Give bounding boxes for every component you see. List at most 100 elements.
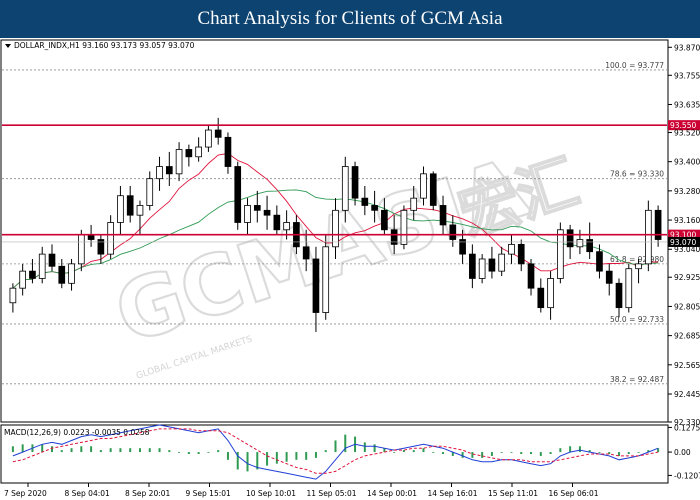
page-title: Chart Analysis for Clients of GCM Asia <box>197 8 503 29</box>
candle-body <box>557 229 564 279</box>
candle-body <box>566 229 574 248</box>
candle-body <box>596 251 603 272</box>
time-tick-label: 10 Sep 10:01 <box>246 489 296 498</box>
candle-body <box>615 282 623 309</box>
macd-histogram-bar <box>500 452 503 453</box>
time-tick-label: 7 Sep 2020 <box>4 489 47 498</box>
macd-histogram-bar <box>314 452 317 458</box>
candle-body <box>469 253 476 279</box>
price-tick-label: 93.400 <box>674 158 700 167</box>
time-tick-label: 11 Sep 05:01 <box>307 489 357 498</box>
macd-histogram-bar <box>129 448 132 453</box>
candle-body <box>214 129 222 138</box>
macd-histogram-bar <box>363 442 366 453</box>
candle-body <box>29 270 36 279</box>
candle-body <box>605 270 613 284</box>
macd-histogram-bar <box>598 452 601 453</box>
candle-body <box>156 166 163 180</box>
candle-body <box>175 149 183 175</box>
candle-body <box>351 166 359 199</box>
candle-body <box>185 149 193 158</box>
time-tick-label: 14 Sep 00:01 <box>367 489 417 498</box>
macd-histogram-bar <box>109 448 112 453</box>
candle-body <box>117 195 124 223</box>
time-tick-label: 8 Sep 20:01 <box>125 489 171 498</box>
candle-body <box>263 209 271 216</box>
candle-body <box>38 253 46 279</box>
candle-body <box>332 209 339 248</box>
candle-body <box>508 243 515 255</box>
macd-tick-label: -0.1207 <box>674 471 700 480</box>
macd-histogram-bar <box>510 452 513 453</box>
fibonacci-label: 78.6 = 93.330 <box>610 170 664 179</box>
price-tick-label: 92.565 <box>674 361 700 370</box>
symbol-info: DOLLAR_INDX,H1 93.160 93.173 93.057 93.0… <box>14 41 195 50</box>
candle-body <box>107 222 114 255</box>
macd-histogram-bar <box>99 450 102 453</box>
price-tick-label: 93.870 <box>674 43 700 52</box>
macd-histogram-bar <box>168 450 171 453</box>
macd-tick-label: 0.1275 <box>674 423 700 432</box>
header-bar: Chart Analysis for Clients of GCM Asia <box>0 0 700 38</box>
candle-body <box>381 209 388 231</box>
candle-body <box>420 173 427 199</box>
macd-histogram-bar <box>187 452 190 454</box>
macd-histogram-bar <box>295 452 298 460</box>
candle-body <box>547 278 554 309</box>
macd-histogram-bar <box>275 452 278 464</box>
candle-body <box>517 243 525 265</box>
macd-histogram-bar <box>539 452 542 456</box>
candle-body <box>371 205 378 211</box>
candle-body <box>429 173 437 206</box>
macd-histogram-bar <box>305 452 308 460</box>
macd-histogram-bar <box>334 440 337 453</box>
price-tick-label: 92.805 <box>674 302 700 311</box>
macd-histogram-bar <box>627 452 630 454</box>
macd-histogram-bar <box>412 450 415 453</box>
candle-body <box>537 287 545 309</box>
time-tick-label: 14 Sep 16:01 <box>428 489 478 498</box>
time-tick-label: 8 Sep 04:01 <box>65 489 111 498</box>
macd-histogram-bar <box>41 444 44 453</box>
price-tick-label: 92.685 <box>674 332 700 341</box>
macd-histogram-bar <box>226 452 229 460</box>
candle-body <box>527 263 535 289</box>
macd-tick-label: 0.00 <box>674 448 691 457</box>
candle-body <box>126 195 134 216</box>
macd-histogram-bar <box>138 448 141 453</box>
candle-body <box>146 178 154 206</box>
candle-body <box>224 136 232 167</box>
macd-histogram-bar <box>11 446 14 453</box>
candle-body <box>205 129 212 148</box>
candle-body <box>58 265 66 284</box>
macd-histogram-bar <box>70 448 73 453</box>
macd-histogram-bar <box>158 448 161 453</box>
candle-body <box>576 239 584 248</box>
macd-histogram-bar <box>432 452 435 453</box>
candle-body <box>48 253 56 267</box>
candle-body <box>410 197 418 211</box>
macd-histogram-bar <box>549 452 552 454</box>
candle-body <box>253 205 261 211</box>
candle-body <box>77 234 85 265</box>
time-tick-label: 15 Sep 11:01 <box>488 489 538 498</box>
macd-histogram-bar <box>578 446 581 453</box>
macd-histogram-bar <box>266 452 269 466</box>
candle-body <box>586 239 594 253</box>
macd-histogram-bar <box>324 450 327 453</box>
candle-body <box>341 166 349 211</box>
fibonacci-label: 50.0 = 92.733 <box>610 315 664 324</box>
macd-histogram-bar <box>530 452 533 454</box>
price-tick-label: 93.280 <box>674 187 700 196</box>
time-tick-label: 9 Sep 15:01 <box>186 489 232 498</box>
macd-histogram-bar <box>461 452 464 458</box>
candle-body <box>400 209 408 245</box>
macd-histogram-bar <box>178 452 181 453</box>
candle-body <box>234 166 242 223</box>
candle-body <box>625 268 633 309</box>
macd-histogram-bar <box>60 450 63 453</box>
macd-histogram-bar <box>207 452 210 453</box>
candle-body <box>312 258 320 313</box>
candle-body <box>302 246 310 260</box>
macd-histogram-bar <box>442 452 445 454</box>
